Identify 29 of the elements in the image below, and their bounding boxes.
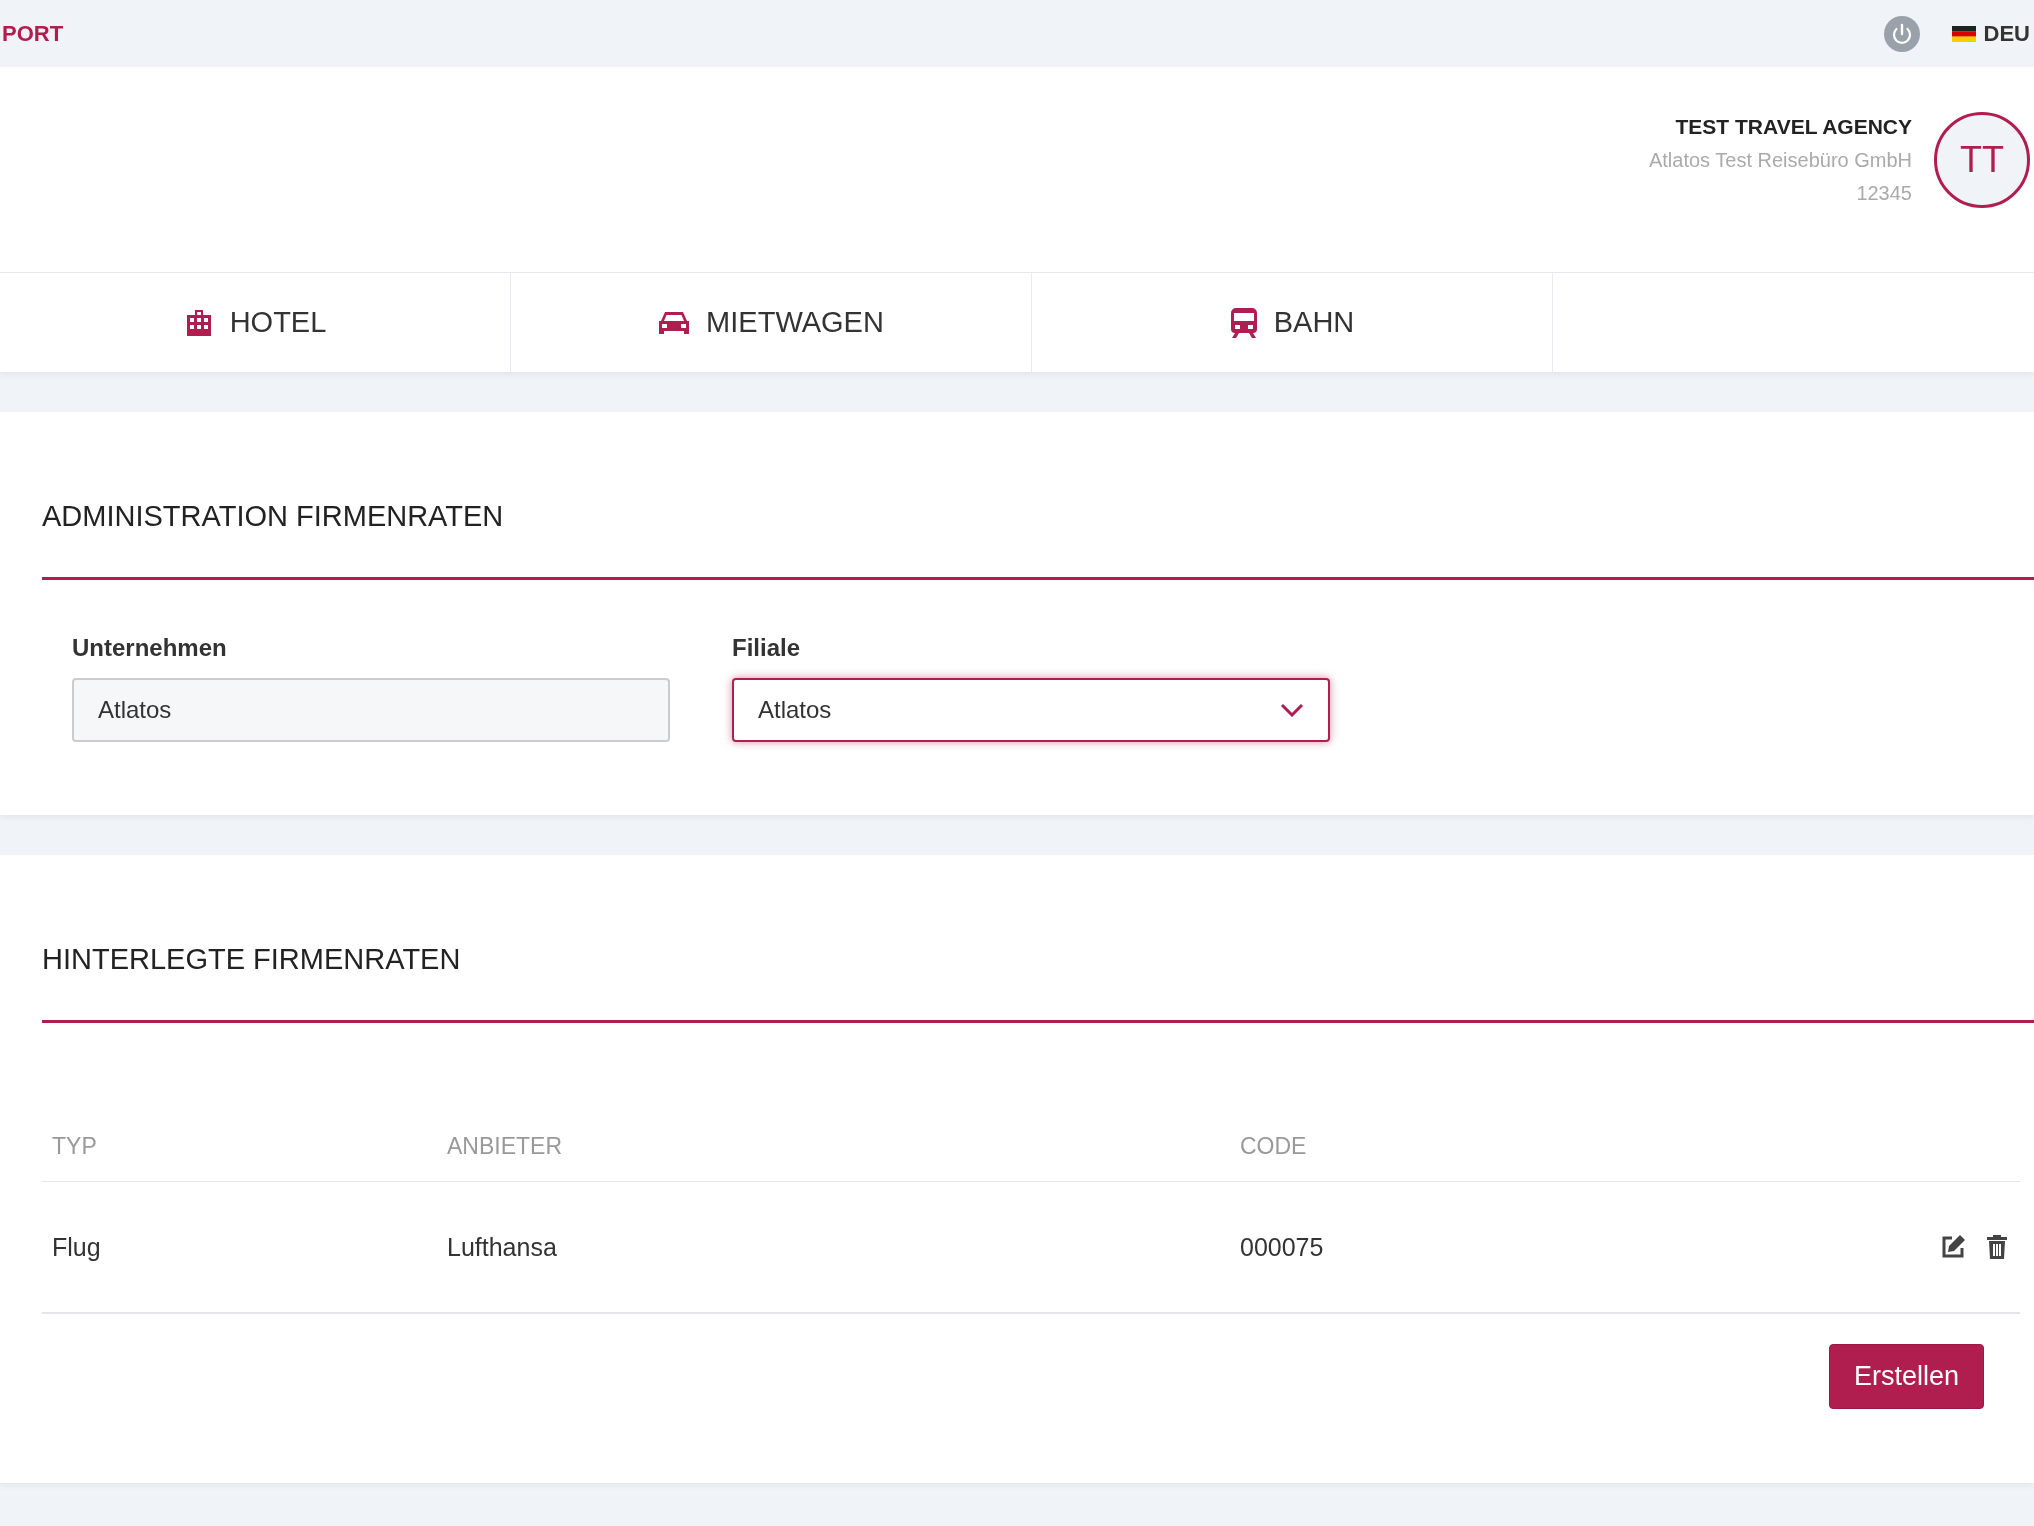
column-header: ANBIETER xyxy=(446,1133,564,1160)
chevron-down-icon xyxy=(1280,703,1304,717)
language-selector[interactable]: DEU xyxy=(1983,20,2030,47)
car-icon xyxy=(658,309,691,336)
section-title: ADMINISTRATION FIRMENRATEN xyxy=(42,500,505,533)
power-icon[interactable] xyxy=(1883,15,1920,52)
column-header: TYP xyxy=(51,1133,98,1160)
nav-tab[interactable]: MIETWAGEN xyxy=(511,273,1032,372)
branch-dropdown[interactable]: Atlatos xyxy=(732,678,1330,742)
section-title: HINTERLEGTE FIRMENRATEN xyxy=(42,943,462,976)
trash-icon[interactable] xyxy=(1986,1234,2008,1260)
field-label: Unternehmen xyxy=(72,634,228,662)
agency-name: TEST TRAVEL AGENCY xyxy=(1675,114,1912,139)
brand-link[interactable]: PORT xyxy=(2,20,64,47)
agency-number: 12345 xyxy=(1856,181,1912,205)
create-button[interactable]: Erstellen xyxy=(1828,1344,1984,1409)
nav-tab[interactable]: HOTEL xyxy=(0,273,511,372)
user-avatar[interactable]: TT xyxy=(1934,111,2030,208)
table-cell-text: Flug xyxy=(51,1232,102,1262)
flag-icon xyxy=(1951,25,1976,42)
table-cell-text: 000075 xyxy=(1239,1232,1325,1262)
edit-icon[interactable] xyxy=(1940,1234,1966,1260)
column-header: CODE xyxy=(1239,1133,1308,1160)
nav-tab[interactable]: BAHN xyxy=(1032,273,1553,372)
field-label: Filiale xyxy=(732,634,802,662)
table-cell-text: Lufthansa xyxy=(446,1232,558,1262)
company-name: Atlatos Test Reisebüro GmbH xyxy=(1648,148,1912,172)
train-icon xyxy=(1229,306,1258,339)
company-field[interactable]: Atlatos xyxy=(72,678,670,742)
